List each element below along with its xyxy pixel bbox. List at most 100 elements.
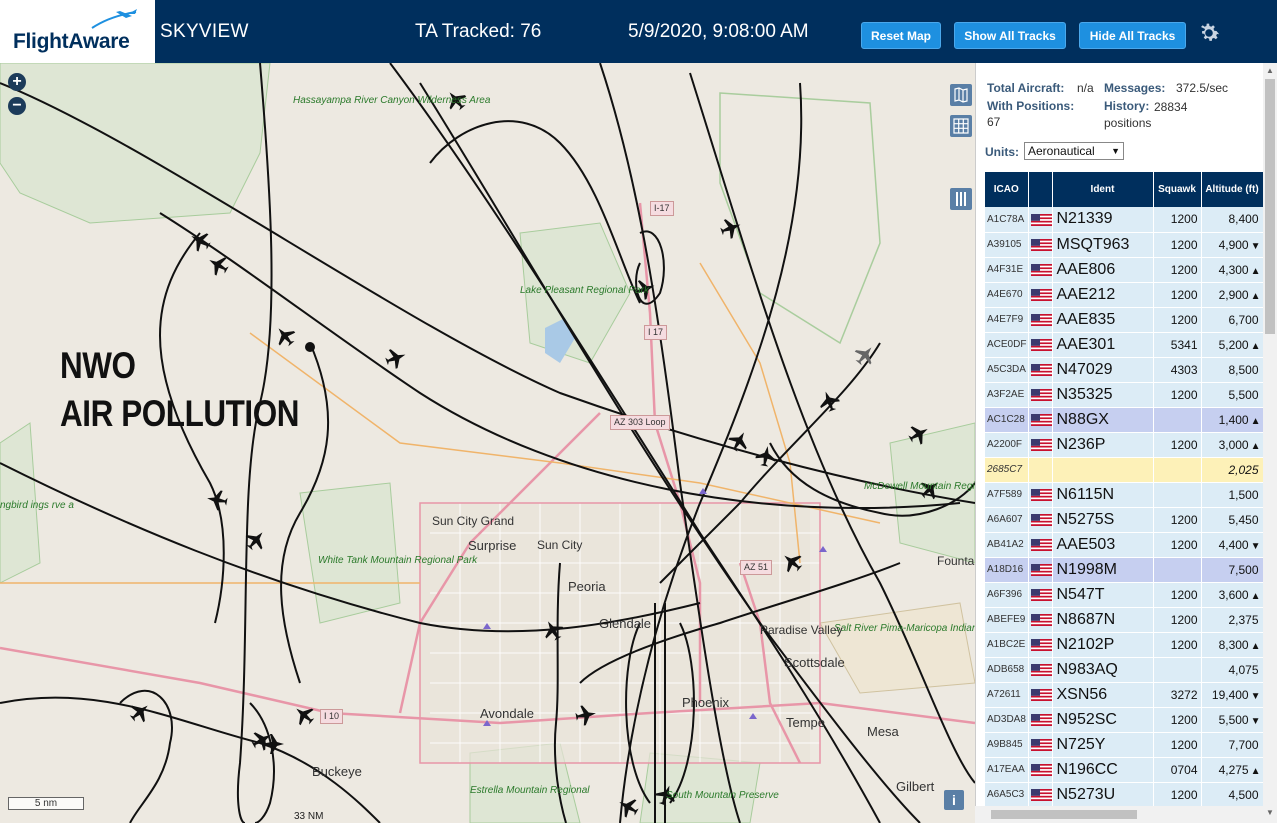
us-flag-icon <box>1030 588 1051 602</box>
show-all-tracks-button[interactable]: Show All Tracks <box>954 22 1066 49</box>
scroll-down-icon[interactable]: ▼ <box>1266 808 1274 817</box>
units-select[interactable]: Aeronautical ▼ <box>1024 142 1124 160</box>
altitude-value: 8,300 <box>1218 637 1249 652</box>
icao-cell: 2685C7 <box>985 457 1029 483</box>
us-flag-icon <box>1030 438 1051 452</box>
scrollbar-thumb[interactable] <box>1265 79 1275 334</box>
info-button[interactable]: i <box>944 790 964 810</box>
panel-horizontal-scrollbar[interactable] <box>975 806 1263 823</box>
map-view[interactable]: Hassayampa River Canyon Wilderness Area … <box>0 63 975 823</box>
table-row[interactable]: A5C3DA N47029 4303 8,500 <box>985 357 1264 383</box>
horizontal-scrollbar-thumb[interactable] <box>991 810 1137 819</box>
table-row[interactable]: A17EAA N196CC 0704 4,275 ▲ <box>985 757 1264 783</box>
table-row[interactable]: ABEFE9 N8687N 1200 2,375 <box>985 607 1264 633</box>
column-header-altitude[interactable]: Altitude (ft) <box>1201 172 1264 207</box>
altitude-cell: 1,500 <box>1201 482 1264 508</box>
place-paradise-valley: Paradise Valley <box>760 623 843 637</box>
squawk-cell <box>1153 482 1202 508</box>
altitude-cell: 4,275 ▲ <box>1201 757 1264 783</box>
logo[interactable]: FlightAware <box>0 0 155 63</box>
us-flag-icon <box>1030 688 1051 702</box>
table-row[interactable]: A18D16 N1998M 7,500 <box>985 557 1264 583</box>
current-datetime: 5/9/2020, 9:08:00 AM <box>628 21 809 42</box>
altitude-cell: 7,500 <box>1201 557 1264 583</box>
altitude-trend-icon: ▲ <box>1250 640 1261 652</box>
table-row[interactable]: A6A607 N5275S 1200 5,450 <box>985 507 1264 533</box>
ident-cell: N8687N <box>1052 607 1154 633</box>
table-row[interactable]: A4E670 AAE212 1200 2,900 ▲ <box>985 282 1264 308</box>
place-avondale: Avondale <box>480 706 534 721</box>
flag-cell <box>1028 282 1053 308</box>
table-row[interactable]: A2200F N236P 1200 3,000 ▲ <box>985 432 1264 458</box>
table-row[interactable]: AB41A2 AAE503 1200 4,400 ▼ <box>985 532 1264 558</box>
us-flag-icon <box>1030 763 1051 777</box>
table-row[interactable]: ACE0DF AAE301 5341 5,200 ▲ <box>985 332 1264 358</box>
ident-cell: N725Y <box>1052 732 1154 758</box>
us-flag-icon <box>1030 288 1051 302</box>
park-label-mcdowell: McDowell Mountain Regional Park <box>864 481 975 492</box>
table-row[interactable]: A72611 XSN56 3272 19,400 ▼ <box>985 682 1264 708</box>
flag-cell <box>1028 757 1053 783</box>
place-surprise: Surprise <box>468 538 517 553</box>
squawk-cell: 1200 <box>1153 582 1202 608</box>
map-layer-button[interactable] <box>950 84 972 106</box>
zoom-in-button[interactable]: + <box>8 73 26 91</box>
column-header-ident[interactable]: Ident <box>1052 172 1154 207</box>
place-peoria: Peoria <box>568 579 606 594</box>
panel-toggle-button[interactable] <box>950 188 972 210</box>
altitude-trend-icon: ▲ <box>1250 340 1261 352</box>
flag-cell <box>1028 682 1053 708</box>
place-gilbert: Gilbert <box>896 779 935 794</box>
column-header-flag[interactable] <box>1028 172 1053 207</box>
hide-all-tracks-button[interactable]: Hide All Tracks <box>1079 22 1186 49</box>
icao-cell: A18D16 <box>985 557 1029 583</box>
us-flag-icon <box>1030 538 1051 552</box>
table-row[interactable]: AD3DA8 N952SC 1200 5,500 ▼ <box>985 707 1264 733</box>
shield-az51: AZ 51 <box>740 560 773 575</box>
table-row[interactable]: A6A5C3 N5273U 1200 4,500 <box>985 782 1264 808</box>
flag-cell <box>1028 457 1053 483</box>
table-row[interactable]: A7F589 N6115N 1,500 <box>985 482 1264 508</box>
altitude-cell: 19,400 ▼ <box>1201 682 1264 708</box>
table-row[interactable]: 2685C7 2,025 <box>985 457 1264 483</box>
column-header-icao[interactable]: ICAO <box>985 172 1029 207</box>
table-row[interactable]: AC1C28 N88GX 1,400 ▲ <box>985 407 1264 433</box>
icao-cell: ADB658 <box>985 657 1029 683</box>
us-flag-icon <box>1030 363 1051 377</box>
scroll-up-icon[interactable]: ▲ <box>1266 66 1274 75</box>
panel-scrollbar[interactable]: ▲ ▼ <box>1263 63 1277 823</box>
ident-cell: MSQT963 <box>1052 232 1154 258</box>
scale-bar: 5 nm <box>8 797 84 810</box>
table-row[interactable]: A39105 MSQT963 1200 4,900 ▼ <box>985 232 1264 258</box>
column-header-squawk[interactable]: Squawk <box>1153 172 1202 207</box>
table-row[interactable]: A4E7F9 AAE835 1200 6,700 <box>985 307 1264 333</box>
place-scottsdale: Scottsdale <box>784 655 845 670</box>
table-row[interactable]: A6F396 N547T 1200 3,600 ▲ <box>985 582 1264 608</box>
zoom-out-button[interactable]: − <box>8 97 26 115</box>
units-label: Units: <box>985 145 1019 159</box>
reset-map-button[interactable]: Reset Map <box>861 22 941 49</box>
altitude-cell: 8,400 <box>1201 207 1264 233</box>
flag-cell <box>1028 332 1053 358</box>
table-row[interactable]: A1BC2E N2102P 1200 8,300 ▲ <box>985 632 1264 658</box>
icao-cell: ACE0DF <box>985 332 1029 358</box>
table-row[interactable]: A3F2AE N35325 1200 5,500 <box>985 382 1264 408</box>
squawk-cell: 1200 <box>1153 307 1202 333</box>
with-positions-value: 67 <box>987 115 1001 129</box>
table-row[interactable]: ADB658 N983AQ 4,075 <box>985 657 1264 683</box>
icao-cell: A1BC2E <box>985 632 1029 658</box>
park-label-south-mountain: South Mountain Preserve <box>666 790 779 801</box>
place-glendale: Glendale <box>599 616 652 631</box>
ident-cell: N1998M <box>1052 557 1154 583</box>
squawk-cell: 1200 <box>1153 532 1202 558</box>
grid-toggle-button[interactable] <box>950 115 972 137</box>
icao-cell: A3F2AE <box>985 382 1029 408</box>
us-flag-icon <box>1030 788 1051 802</box>
chevron-down-icon: ▼ <box>1111 146 1120 156</box>
gear-icon[interactable] <box>1196 20 1222 46</box>
table-row[interactable]: A9B845 N725Y 1200 7,700 <box>985 732 1264 758</box>
ident-cell: N2102P <box>1052 632 1154 658</box>
table-row[interactable]: A1C78A N21339 1200 8,400 <box>985 207 1264 233</box>
table-row[interactable]: A4F31E AAE806 1200 4,300 ▲ <box>985 257 1264 283</box>
flag-cell <box>1028 632 1053 658</box>
